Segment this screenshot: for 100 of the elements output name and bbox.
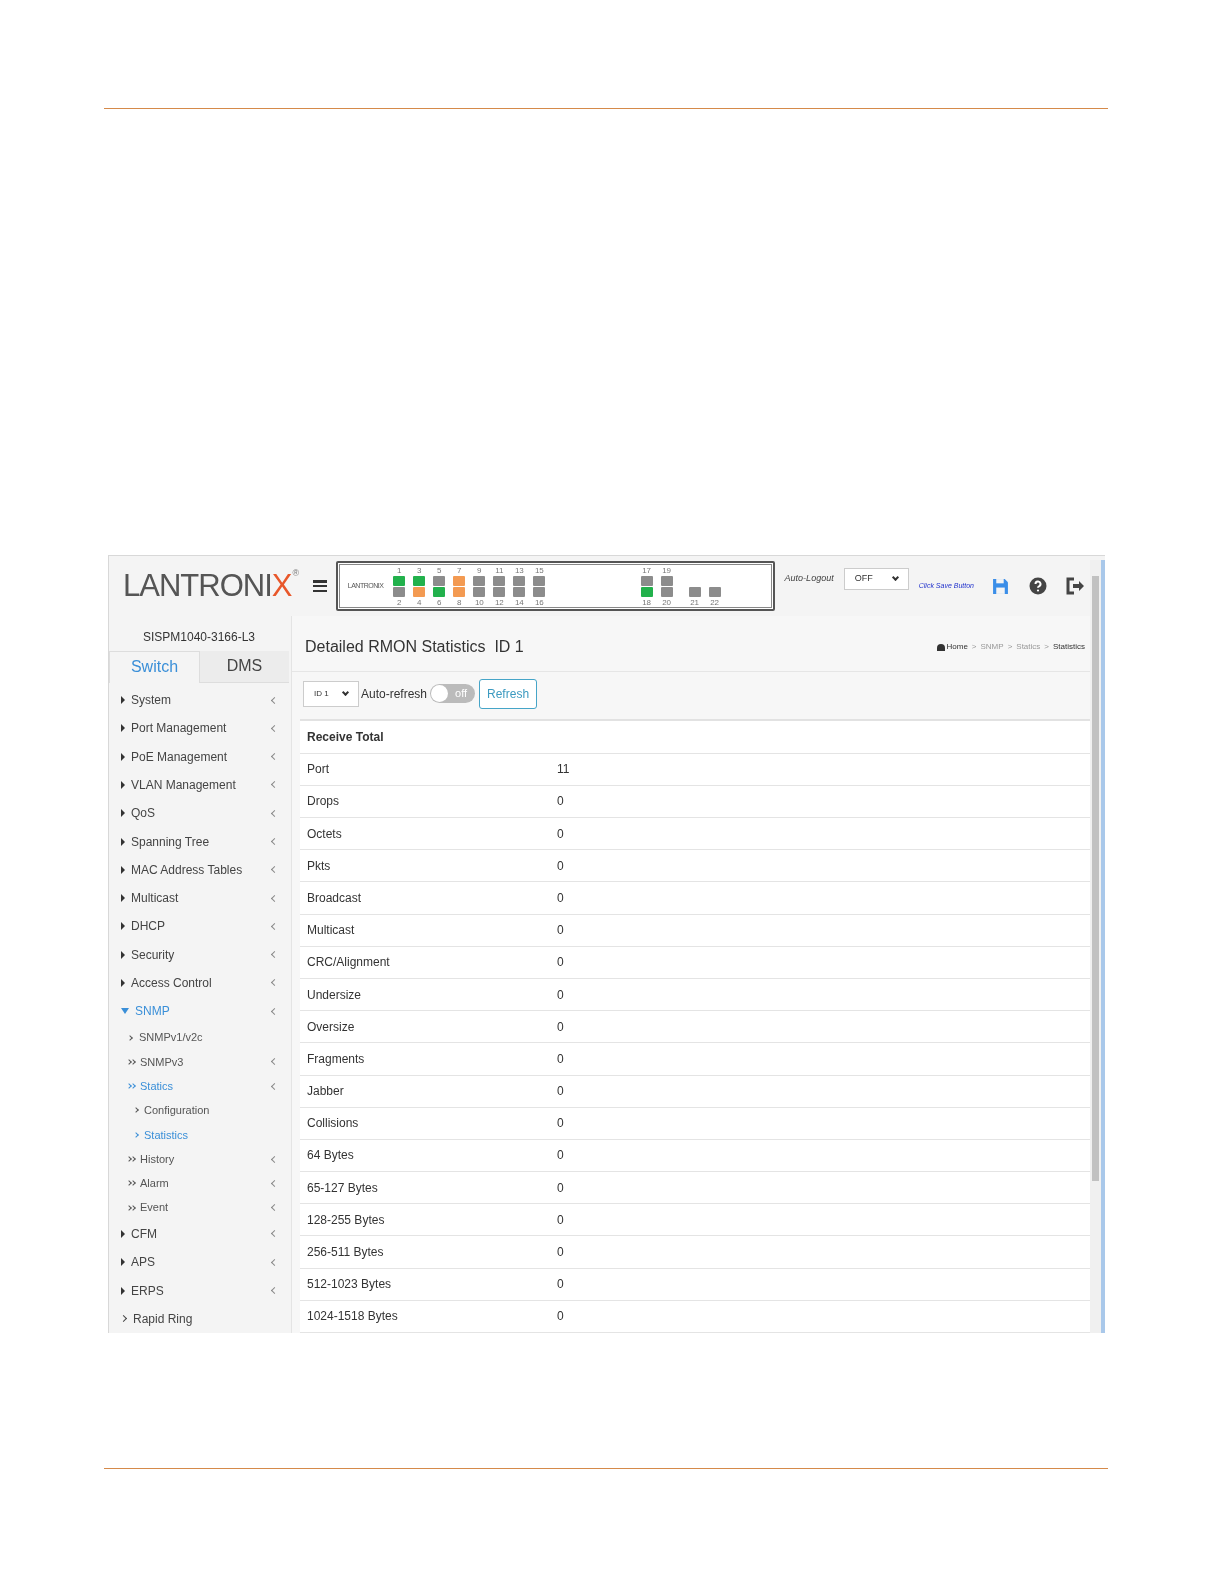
sidebar-tab[interactable]: DMS — [200, 650, 289, 683]
caret-down-icon — [121, 1008, 129, 1015]
sidebar-item[interactable]: System — [109, 685, 289, 715]
port-icon[interactable] — [640, 586, 653, 597]
logout-icon[interactable] — [1065, 577, 1085, 595]
port-icon[interactable] — [660, 586, 673, 597]
table-cell-text: Broadcast — [306, 889, 363, 907]
port-icon[interactable] — [493, 586, 506, 597]
port-icon[interactable] — [393, 575, 406, 586]
auto-logout-select[interactable]: OFF — [843, 568, 909, 590]
port-icon[interactable] — [708, 587, 721, 597]
port-number: 21 — [690, 598, 700, 607]
sidebar-item[interactable]: PoE Management — [109, 742, 289, 771]
port-icon[interactable] — [393, 586, 406, 597]
caret-right-icon — [121, 1258, 125, 1267]
sidebar-item[interactable]: CFM — [109, 1219, 289, 1249]
sidebar-item[interactable]: VLAN Management — [109, 770, 289, 800]
port-icon[interactable] — [660, 575, 673, 586]
save-icon[interactable] — [992, 577, 1009, 595]
port-icon[interactable] — [433, 575, 446, 586]
port-number: 7 — [457, 565, 462, 575]
port-number: 10 — [474, 597, 484, 607]
sidebar-item[interactable]: Port Management — [109, 714, 289, 743]
table-cell-text: 0 — [557, 1244, 564, 1262]
port-icon[interactable] — [533, 575, 546, 586]
sidebar-item[interactable]: APS — [109, 1248, 289, 1277]
scrollbar[interactable] — [1090, 560, 1105, 1333]
port-number: 6 — [437, 597, 442, 607]
port-icon[interactable] — [533, 586, 546, 597]
table-cell-text: 0 — [557, 1211, 564, 1229]
breadcrumb-separator: > — [1044, 641, 1049, 654]
device-model: SISPM1040-3166-L3 — [141, 629, 257, 646]
sidebar-item[interactable]: Multicast — [109, 883, 289, 913]
dashboard-icon — [937, 643, 946, 651]
caret-right-icon — [121, 865, 125, 874]
table-cell-text: Pkts — [306, 857, 332, 875]
sidebar-item[interactable]: Access Control — [109, 968, 289, 998]
sidebar-subitem[interactable]: Event — [109, 1195, 289, 1220]
caret-right-icon — [121, 1229, 125, 1238]
port-icon[interactable] — [688, 587, 701, 597]
table-cell-text: 0 — [557, 1147, 564, 1165]
lantronix-logo: LANTRONIX® — [123, 566, 300, 605]
port-icon[interactable] — [413, 575, 426, 586]
sidebar-item[interactable]: Security — [109, 940, 289, 969]
sidebar-subitem[interactable]: History — [109, 1146, 289, 1172]
caret-right-icon — [121, 1286, 125, 1295]
port-icon[interactable] — [513, 586, 526, 597]
table-cell-text: 0 — [557, 986, 564, 1004]
caret-right-icon — [121, 979, 125, 987]
table-cell-text: 0 — [557, 1018, 564, 1036]
port-number: 15 — [534, 565, 544, 575]
port-icon[interactable] — [453, 586, 466, 597]
table-cell-text: Jabber — [306, 1083, 345, 1101]
port-icon[interactable] — [513, 575, 526, 586]
table-cell-text: Multicast — [306, 922, 356, 940]
port-number: 16 — [534, 597, 544, 607]
port-icon[interactable] — [413, 586, 426, 597]
port-icon[interactable] — [493, 575, 506, 586]
table-cell-text: 65-127 Bytes — [306, 1179, 379, 1197]
id-select[interactable]: ID 1 — [303, 680, 359, 707]
sidebar-subitem[interactable]: SNMPv3 — [109, 1049, 289, 1075]
table-cell-text: 256-511 Bytes — [306, 1244, 385, 1262]
sidebar-subitem[interactable]: Alarm — [109, 1171, 289, 1196]
auto-refresh-label: Auto-refresh — [361, 685, 428, 703]
table-cell-text: 0 — [557, 1050, 564, 1068]
table-cell-text: 0 — [557, 857, 564, 875]
page-title: Detailed RMON Statistics ID 1 — [305, 637, 524, 658]
port-icon[interactable] — [453, 575, 466, 586]
caret-right-icon — [121, 894, 125, 903]
sidebar-item[interactable]: Rapid Ring — [109, 1304, 289, 1333]
sidebar-item[interactable]: QoS — [109, 799, 289, 828]
table-cell-text: Collisions — [306, 1115, 360, 1133]
port-number: 2 — [397, 597, 402, 607]
table-cell-text: Oversize — [306, 1018, 356, 1036]
menu-icon[interactable] — [313, 580, 327, 592]
table-cell-text: 0 — [557, 922, 564, 940]
table-cell-text: 1024-1518 Bytes — [306, 1308, 399, 1326]
sidebar-subitem[interactable]: SNMPv1/v2c — [109, 1025, 289, 1050]
sidebar-item[interactable]: DHCP — [109, 912, 289, 941]
port-number: 4 — [417, 597, 422, 607]
help-icon[interactable] — [1029, 577, 1047, 595]
section-heading: Receive Total — [300, 720, 1091, 754]
port-number: 22 — [710, 598, 720, 607]
sidebar-subitem[interactable]: Configuration — [109, 1098, 289, 1123]
port-icon[interactable] — [640, 575, 653, 586]
sidebar-item[interactable]: MAC Address Tables — [109, 855, 289, 884]
port-icon[interactable] — [473, 586, 486, 597]
port-number: 14 — [514, 597, 524, 607]
port-number: 1 — [397, 565, 402, 575]
port-icon[interactable] — [433, 586, 446, 597]
breadcrumb-link[interactable]: Statistics — [1053, 641, 1085, 654]
port-icon[interactable] — [473, 575, 486, 586]
table-cell-text: 512-1023 Bytes — [306, 1276, 393, 1294]
sidebar-item[interactable]: Spanning Tree — [109, 827, 289, 856]
table-cell-text: 0 — [557, 1179, 564, 1197]
breadcrumb-link[interactable]: Home — [946, 641, 968, 654]
sidebar-item[interactable]: ERPS — [109, 1276, 289, 1305]
table-cell-text: 0 — [557, 1276, 564, 1294]
caret-right-icon — [121, 780, 125, 789]
table-cell-text: 0 — [557, 1115, 564, 1133]
